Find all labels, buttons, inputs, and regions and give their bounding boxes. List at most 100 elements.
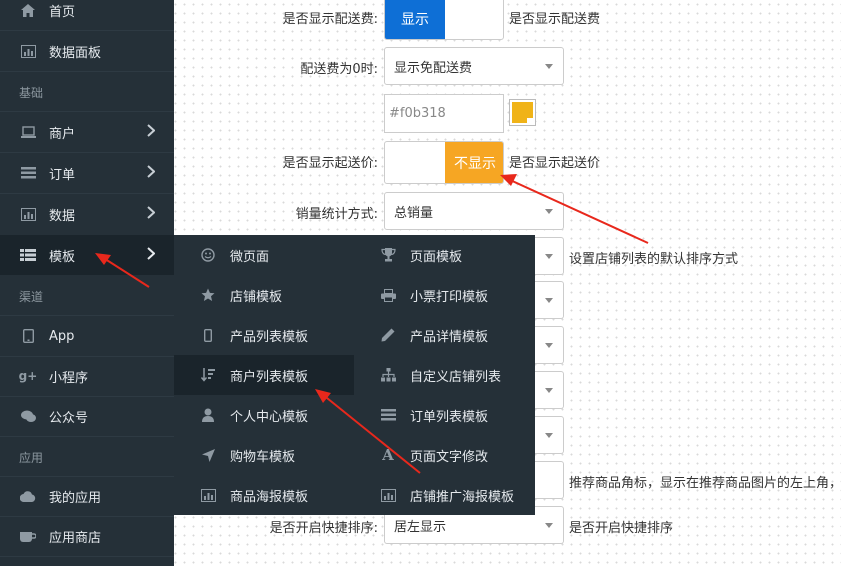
submenu-item-product-poster-template[interactable]: 商品海报模板 <box>174 475 354 515</box>
color-value: #f0b318 <box>389 106 446 121</box>
hint-show-delivery-fee: 是否显示配送费 <box>509 12 601 27</box>
coffee-icon <box>20 528 36 544</box>
sidebar-item-label: 应用商店 <box>49 530 102 546</box>
sidebar-item-label: 首页 <box>49 4 76 20</box>
submenu-item-product-list-template[interactable]: 产品列表模板 <box>174 315 354 355</box>
hint-show-min-price: 是否显示起送价 <box>509 156 601 171</box>
sidebar-item-label: 小程序 <box>49 370 89 386</box>
submenu-item-label: 订单列表模板 <box>410 409 489 425</box>
submenu-item-label: 小票打印模板 <box>410 289 489 305</box>
label-sales-method: 销量统计方式: <box>295 207 378 222</box>
tablet-icon <box>20 328 36 344</box>
submenu-item-page-text-edit[interactable]: A 页面文字修改 <box>354 435 534 475</box>
section-apps: 应用 <box>19 451 44 465</box>
user-icon <box>200 407 216 423</box>
submenu-item-label: 页面模板 <box>410 249 463 265</box>
submenu-item-receipt-print-template[interactable]: 小票打印模板 <box>354 275 534 315</box>
caret-down-icon <box>545 254 553 259</box>
submenu-item-label: 微页面 <box>230 249 270 265</box>
chevron-right-icon <box>147 164 156 182</box>
sidebar-item-label: 模板 <box>49 249 76 265</box>
grid-list-icon <box>20 247 36 263</box>
cloud-icon <box>20 488 36 504</box>
submenu-item-custom-store-list[interactable]: 自定义店铺列表 <box>354 355 534 395</box>
submenu-item-product-detail-template[interactable]: 产品详情模板 <box>354 315 534 355</box>
bar-chart-icon <box>20 206 36 222</box>
color-swatch[interactable] <box>509 99 536 126</box>
sidebar-item-app[interactable]: App <box>0 316 174 356</box>
section-basic: 基础 <box>19 86 44 100</box>
chevron-right-icon <box>147 246 156 264</box>
submenu-item-store-promo-poster-template[interactable]: 店铺推广海报模板 <box>354 475 534 515</box>
toggle-show-delivery-fee[interactable]: 显示 <box>384 0 504 40</box>
submenu-item-label: 产品详情模板 <box>410 329 489 345</box>
sidebar-item-label: 商户 <box>49 126 76 142</box>
chevron-right-icon <box>147 205 156 223</box>
sidebar-item-order[interactable]: 订单 <box>0 153 174 193</box>
submenu-item-label: 页面文字修改 <box>410 449 489 465</box>
location-arrow-icon <box>200 447 216 463</box>
submenu-item-merchant-list-template[interactable]: 商户列表模板 <box>174 355 354 395</box>
color-input[interactable]: #f0b318 <box>384 94 504 133</box>
color-swatch-fill <box>512 102 535 125</box>
caret-down-icon <box>545 343 553 348</box>
submenu-item-cart-template[interactable]: 购物车模板 <box>174 435 354 475</box>
sidebar-item-data[interactable]: 数据 <box>0 194 174 234</box>
submenu-item-store-template[interactable]: 店铺模板 <box>174 275 354 315</box>
caret-down-icon <box>545 209 553 214</box>
sidebar: 首页 数据面板 基础 商户 订单 数据 模板 渠道 App g+ 小程序 公众号… <box>0 0 174 566</box>
chat-icon <box>20 408 36 424</box>
bar-chart-icon <box>200 487 216 503</box>
sidebar-item-label: 我的应用 <box>49 490 102 506</box>
submenu-item-label: 自定义店铺列表 <box>410 369 502 385</box>
sitemap-icon <box>380 367 396 383</box>
toggle-option-show[interactable]: 显示 <box>385 0 445 39</box>
select-value: 居左显示 <box>394 519 447 535</box>
label-show-delivery-fee: 是否显示配送费: <box>282 12 378 27</box>
caret-down-icon <box>545 388 553 393</box>
sidebar-item-label: 数据面板 <box>49 45 102 61</box>
sidebar-item-app-store[interactable]: 应用商店 <box>0 516 174 556</box>
sidebar-item-my-apps[interactable]: 我的应用 <box>0 476 174 516</box>
sidebar-item-template[interactable]: 模板 <box>0 235 174 275</box>
list-icon <box>380 407 396 423</box>
submenu-item-micro-page[interactable]: 微页面 <box>174 235 354 275</box>
submenu-item-page-template[interactable]: 页面模板 <box>354 235 534 275</box>
sidebar-item-label: App <box>49 328 75 344</box>
toggle-show-min-price[interactable]: 不显示 <box>384 141 504 184</box>
laptop-icon <box>20 124 36 140</box>
submenu-item-label: 商品海报模板 <box>230 489 309 505</box>
select-value: 总销量 <box>394 205 434 221</box>
submenu-item-profile-template[interactable]: 个人中心模板 <box>174 395 354 435</box>
sidebar-item-home[interactable]: 首页 <box>0 0 174 30</box>
sidebar-item-label: 公众号 <box>49 410 89 426</box>
pencil-icon <box>380 327 396 343</box>
divider <box>0 71 174 72</box>
caret-down-icon <box>545 433 553 438</box>
section-channel: 渠道 <box>19 290 44 304</box>
label-quick-sort: 是否开启快捷排序: <box>269 521 378 536</box>
sidebar-item-official-account[interactable]: 公众号 <box>0 396 174 436</box>
sidebar-item-dashboard[interactable]: 数据面板 <box>0 31 174 71</box>
caret-down-icon <box>527 118 535 125</box>
toggle-option-hide[interactable]: 不显示 <box>445 142 503 183</box>
select-sales-method[interactable]: 总销量 <box>384 192 564 230</box>
submenu-item-label: 购物车模板 <box>230 449 296 465</box>
google-plus-icon: g+ <box>18 369 38 383</box>
star-icon <box>200 287 216 303</box>
label-show-min-price: 是否显示起送价: <box>282 156 378 171</box>
select-zero-fee[interactable]: 显示免配送费 <box>384 47 564 85</box>
font-icon: A <box>382 446 394 464</box>
sidebar-item-merchant[interactable]: 商户 <box>0 112 174 152</box>
divider <box>0 556 174 557</box>
submenu-item-order-list-template[interactable]: 订单列表模板 <box>354 395 534 435</box>
submenu-item-label: 店铺模板 <box>230 289 283 305</box>
bar-chart-icon <box>380 487 396 503</box>
select-value: 显示免配送费 <box>394 60 473 76</box>
hint-quick-sort: 是否开启快捷排序 <box>569 521 674 536</box>
print-icon <box>380 287 396 303</box>
hint-recommend-badge: 推荐商品角标，显示在推荐商品图片的左上角， <box>569 476 841 491</box>
trophy-icon <box>380 247 396 263</box>
sidebar-item-miniprogram[interactable]: g+ 小程序 <box>0 356 174 396</box>
home-icon <box>20 2 36 18</box>
